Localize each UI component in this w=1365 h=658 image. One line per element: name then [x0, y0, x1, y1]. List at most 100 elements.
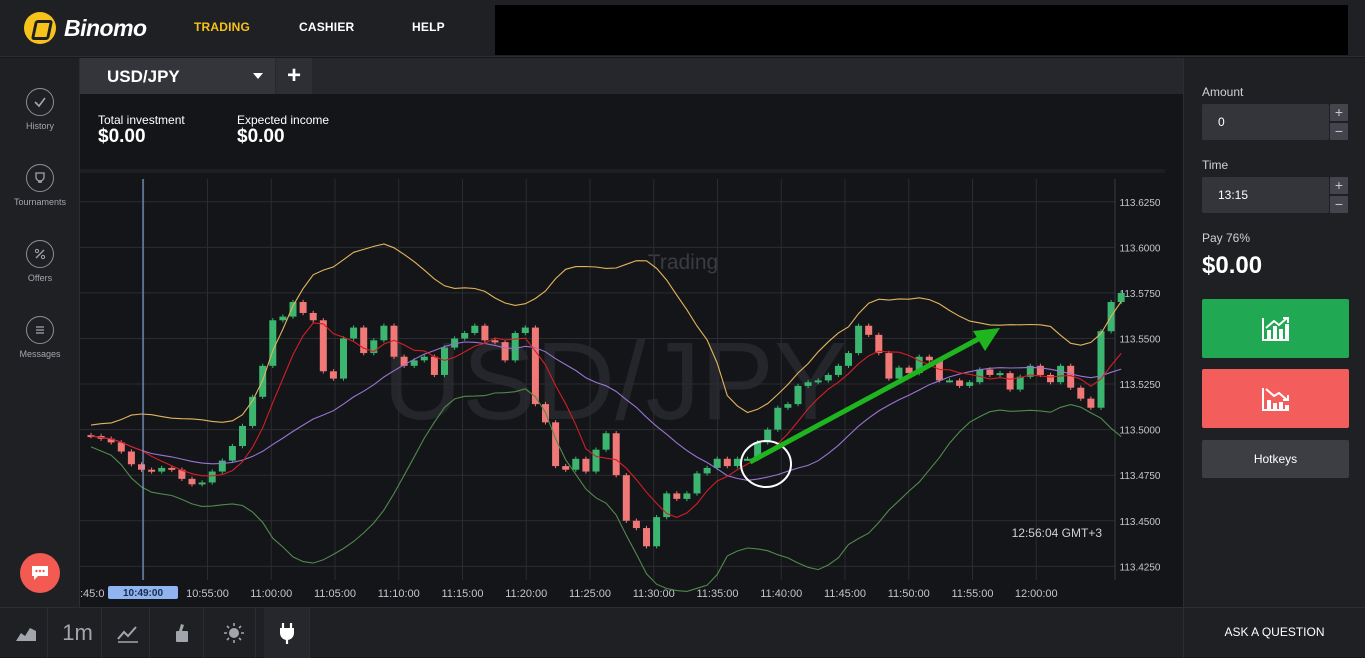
candle: [733, 458, 741, 467]
x-tick-label: 11:30:00: [633, 588, 675, 600]
up-button[interactable]: [1202, 299, 1349, 358]
amount-decrease-button[interactable]: −: [1330, 123, 1348, 140]
candle: [875, 334, 883, 354]
percent-icon: [26, 240, 54, 268]
candle: [168, 467, 176, 470]
candle: [208, 471, 216, 483]
candle: [198, 482, 206, 485]
left-sidebar: History Tournaments Offers Messages: [0, 58, 80, 607]
indicators-button[interactable]: [106, 608, 150, 658]
candle: [1077, 387, 1085, 399]
candle: [521, 327, 529, 334]
plug-icon: [279, 623, 294, 644]
chart-up-icon: [1261, 316, 1289, 341]
candle: [430, 356, 438, 375]
messages-icon: [26, 316, 54, 344]
candle: [966, 382, 974, 386]
candle: [673, 493, 681, 499]
area-chart-button[interactable]: [4, 608, 48, 658]
nav-trading[interactable]: TRADING: [194, 20, 250, 34]
amount-increase-button[interactable]: +: [1330, 104, 1348, 121]
candle: [1117, 292, 1125, 303]
candle: [562, 466, 570, 470]
total-investment-value: $0.00: [98, 126, 146, 147]
trade-panel: Amount 0 + − Time 13:15 + − Pay 76% $0.0…: [1183, 58, 1365, 607]
x-tick-label: 11:20:00: [505, 588, 547, 600]
candle: [774, 407, 782, 430]
candle: [1006, 373, 1014, 390]
candle: [784, 404, 792, 408]
candle: [319, 320, 327, 372]
y-tick-label: 113.5750: [1120, 289, 1161, 300]
candle: [946, 380, 953, 383]
candle: [885, 353, 893, 379]
chevron-down-icon: [253, 73, 263, 79]
time-increase-button[interactable]: +: [1330, 177, 1348, 194]
candle: [592, 449, 600, 472]
candle: [218, 460, 226, 472]
candle: [491, 340, 499, 343]
sidebar-item-offers[interactable]: Offers: [0, 240, 80, 283]
asset-selector[interactable]: USD/JPY: [80, 58, 275, 94]
candle: [127, 451, 135, 465]
sidebar-item-history[interactable]: History: [0, 88, 80, 131]
time-label: Time: [1202, 158, 1229, 172]
amount-field[interactable]: 0: [1202, 104, 1329, 140]
candle: [855, 325, 863, 354]
y-tick-label: 113.5500: [1120, 334, 1161, 345]
candle: [420, 356, 428, 361]
candle: [501, 342, 509, 361]
chart-area[interactable]: USD/JPY Trading 113.6250 113.6000 113.5750 11…: [80, 94, 1183, 607]
y-tick-label: 113.5000: [1120, 426, 1161, 437]
nav-cashier[interactable]: CASHIER: [299, 20, 354, 34]
candle: [299, 302, 307, 313]
logo[interactable]: Binomo: [24, 12, 147, 44]
x-tick-label: 11:45:00: [824, 588, 866, 600]
candle: [350, 327, 358, 339]
candle: [471, 325, 479, 334]
candle: [572, 458, 580, 470]
candle: [996, 373, 1004, 376]
candle: [188, 478, 196, 485]
asset-name: USD/JPY: [107, 67, 180, 86]
candle: [1057, 365, 1065, 383]
candle: [239, 425, 246, 447]
candle: [441, 347, 448, 375]
payout-value: $0.00: [1202, 252, 1263, 279]
sidebar-item-messages[interactable]: Messages: [0, 316, 80, 359]
chat-button[interactable]: [20, 553, 60, 593]
theme-button[interactable]: [212, 608, 256, 658]
connection-button[interactable]: [264, 608, 310, 658]
timeframe-label: 1m: [62, 620, 93, 645]
sidebar-item-label: Offers: [27, 273, 53, 283]
expected-income-value: $0.00: [237, 126, 285, 147]
candle: [612, 433, 620, 476]
drawing-tools-icon: [175, 624, 188, 642]
total-investment-label: Total investment: [98, 113, 185, 127]
y-tick-label: 113.6250: [1120, 198, 1161, 209]
x-tick-label: :45:0: [80, 588, 104, 600]
nav-help[interactable]: HELP: [412, 20, 445, 34]
price-chart[interactable]: USD/JPYTrading113.6250113.6000113.575011…: [80, 94, 1183, 607]
candle: [895, 367, 903, 379]
candle: [925, 356, 933, 361]
down-button[interactable]: [1202, 369, 1349, 428]
area-chart-icon: [15, 628, 36, 641]
sidebar-item-tournaments[interactable]: Tournaments: [0, 164, 80, 207]
add-asset-button[interactable]: +: [276, 58, 312, 94]
timeframe-button[interactable]: 1m: [54, 608, 102, 658]
candle: [228, 446, 236, 461]
candle: [1087, 398, 1095, 408]
hotkeys-button[interactable]: Hotkeys: [1202, 440, 1349, 478]
x-tick-label: 11:15:00: [441, 588, 483, 600]
time-decrease-button[interactable]: −: [1330, 196, 1348, 213]
candle: [632, 520, 640, 529]
sidebar-item-label: History: [25, 121, 54, 131]
ask-question-button[interactable]: ASK A QUESTION: [1183, 608, 1365, 658]
bottom-toolbar: 1m ASK A QUESTION: [0, 607, 1365, 658]
drawing-tools-button[interactable]: [160, 608, 204, 658]
candle: [380, 325, 388, 341]
time-field[interactable]: 13:15: [1202, 177, 1329, 213]
candle: [834, 365, 842, 375]
candle: [824, 374, 832, 381]
